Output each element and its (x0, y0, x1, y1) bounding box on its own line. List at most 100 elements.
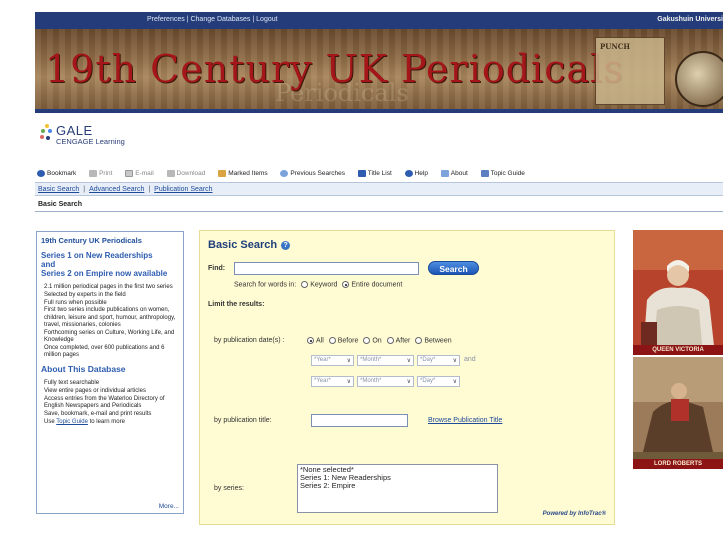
start-year-select[interactable]: *Year* ∨ (311, 355, 354, 366)
list-item: Forthcoming series on Culture, Working L… (44, 329, 175, 344)
list-item: Fully text searchable (44, 380, 100, 387)
date-all-radio[interactable] (307, 337, 314, 344)
more-link[interactable]: More... (159, 503, 179, 510)
punch-cartoon-image: PUNCH (595, 37, 665, 105)
series-label: by series: (214, 485, 244, 492)
list-item: Use Topic Guide to learn more (44, 418, 125, 425)
title-list-button[interactable]: Title List (357, 170, 392, 177)
download-icon (166, 170, 175, 177)
form-heading: Basic Search? (208, 239, 291, 251)
list-item: Selected by experts in the field (44, 291, 126, 298)
date-after-radio[interactable] (386, 337, 394, 344)
help-icon[interactable]: ? (281, 240, 291, 250)
entire-document-radio[interactable] (342, 281, 350, 288)
logo-tagline: CENGAGE Learning (56, 137, 125, 146)
series-select-list[interactable]: *None selected* Series 1: New Readership… (297, 464, 498, 513)
date-mode-row: All Before On After Between (304, 337, 452, 344)
list-item: 2.1 million periodical pages in the firs… (44, 284, 173, 290)
start-month-select[interactable]: *Month* ∨ (357, 355, 414, 366)
marked-items-button[interactable]: Marked Items (218, 170, 268, 177)
find-input[interactable] (234, 262, 419, 275)
date-between-radio[interactable] (415, 337, 423, 344)
logout-link[interactable]: Logout (256, 16, 277, 23)
toolbar: Bookmark Print E-mail Download Marked It… (37, 170, 723, 182)
portrait-medallion-image (675, 51, 723, 107)
gale-logo-icon (40, 124, 54, 144)
and-label: and (464, 356, 476, 363)
keyword-radio[interactable] (301, 281, 309, 288)
preferences-link[interactable]: Preferences (147, 16, 185, 23)
queen-victoria-portrait: QUEEN VICTORIA (633, 230, 723, 355)
previous-searches-button[interactable]: Previous Searches (280, 170, 345, 177)
publication-title-label: by publication title: (214, 417, 272, 424)
title-list-icon (357, 170, 366, 177)
search-scope-row: Search for words in: Keyword Entire docu… (234, 281, 403, 289)
search-history-icon (280, 170, 289, 177)
logo-name: GALE (56, 123, 93, 138)
email-icon (125, 170, 134, 177)
end-year-select[interactable]: *Year* ∨ (311, 376, 354, 387)
search-button[interactable]: Search (428, 261, 479, 275)
print-button[interactable]: Print (89, 170, 112, 177)
topic-guide-icon (480, 170, 489, 177)
email-button[interactable]: E-mail (125, 170, 154, 177)
chevron-down-icon: ∨ (406, 379, 411, 385)
series-promo: Series 1 on New Readerships and Series 2… (41, 251, 168, 278)
start-day-select[interactable]: *Day* ∨ (417, 355, 460, 366)
date-before-radio[interactable] (328, 337, 336, 344)
list-item: Once completed, over 600 publications an… (44, 344, 165, 359)
end-month-select[interactable]: *Month* ∨ (357, 376, 414, 387)
browse-publication-title-link[interactable]: Browse Publication Title (428, 417, 502, 424)
queen-victoria-image (633, 230, 723, 355)
lord-roberts-portrait: LORD ROBERTS (633, 357, 723, 469)
banner-divider (35, 109, 723, 113)
basic-search-form: Basic Search? Find: Search Search for wo… (199, 230, 615, 525)
topic-guide-button[interactable]: Topic Guide (480, 170, 525, 177)
publication-title-input[interactable] (311, 414, 408, 427)
about-heading: About This Database (41, 364, 126, 375)
banner-title: 19th Century UK Periodicals (45, 47, 624, 91)
header-banner: Periodicals 19th Century UK Periodicals … (35, 29, 723, 109)
end-day-select[interactable]: *Day* ∨ (417, 376, 460, 387)
gale-cengage-logo: GALE CENGAGE Learning (40, 122, 180, 148)
list-item: View entire pages or individual articles (44, 388, 146, 395)
printer-icon (89, 170, 98, 177)
breadcrumb: Basic Search (35, 199, 723, 212)
top-bar: Preferences | Change Databases | Logout … (35, 12, 723, 29)
folder-icon (218, 170, 227, 177)
chevron-down-icon: ∨ (452, 379, 457, 385)
portrait-caption: LORD ROBERTS (633, 459, 723, 469)
search-type-nav: Basic Search | Advanced Search | Publication… (35, 182, 723, 196)
info-sidebar: 19th Century UK Periodicals Series 1 on … (36, 231, 184, 514)
help-icon (404, 170, 413, 177)
institution-name: Gakushuin Universi (657, 16, 723, 23)
lord-roberts-image (633, 357, 723, 469)
list-item: First two series include publications on… (44, 307, 176, 328)
advanced-search-link[interactable]: Advanced Search (89, 186, 144, 193)
topic-guide-link[interactable]: Topic Guide (56, 419, 88, 425)
date-label: by publication date(s) : (214, 337, 285, 344)
find-label: Find: (208, 265, 226, 272)
series-option[interactable]: Series 2: Empire (300, 482, 495, 490)
chevron-down-icon: ∨ (406, 358, 411, 364)
portrait-caption: QUEEN VICTORIA (633, 345, 723, 355)
chevron-down-icon: ∨ (452, 358, 457, 364)
about-icon (440, 170, 449, 177)
date-on-radio[interactable] (363, 337, 371, 344)
bookmark-icon (37, 170, 45, 177)
about-list: Fully text searchable View entire pages … (41, 380, 180, 426)
basic-search-link[interactable]: Basic Search (38, 186, 79, 193)
bookmark-button[interactable]: Bookmark (37, 170, 76, 177)
list-item: Access entries from the Waterloo Directo… (44, 396, 165, 410)
help-button[interactable]: Help (404, 170, 428, 177)
about-button[interactable]: About (440, 170, 468, 177)
feature-list: 2.1 million periodical pages in the firs… (41, 284, 180, 359)
chevron-down-icon: ∨ (346, 379, 351, 385)
account-links: Preferences | Change Databases | Logout (147, 16, 278, 23)
chevron-down-icon: ∨ (346, 358, 351, 364)
list-item: Save, bookmark, e-mail and print results (44, 411, 152, 418)
publication-search-link[interactable]: Publication Search (154, 186, 212, 193)
change-databases-link[interactable]: Change Databases (190, 16, 250, 23)
download-button[interactable]: Download (166, 170, 205, 177)
sidebar-heading: 19th Century UK Periodicals (41, 236, 142, 245)
